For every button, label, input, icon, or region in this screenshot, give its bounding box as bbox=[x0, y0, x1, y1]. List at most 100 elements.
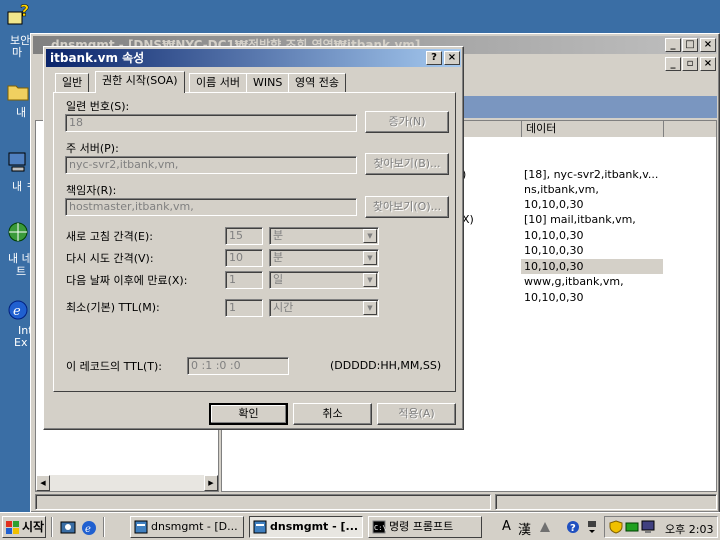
taskbar-task-1[interactable]: dnsmgmt - [D... bbox=[130, 516, 244, 538]
network-tray-icon[interactable] bbox=[625, 520, 639, 534]
ime-menu-icon[interactable] bbox=[586, 519, 598, 535]
start-label: 시작 bbox=[22, 520, 45, 534]
desktop-icon-1-label2: 마 bbox=[12, 46, 23, 59]
taskbar: 시작 e dnsmgmt - [D... dnsmgmt - [... C:\ … bbox=[0, 512, 720, 540]
desktop-shortcut-icon[interactable] bbox=[60, 520, 76, 536]
tab-zone-transfers[interactable]: 영역 전송 bbox=[288, 73, 346, 92]
list-row-data[interactable]: 10,10,0,30 bbox=[524, 229, 583, 242]
refresh-unit-select[interactable]: 분 ▼ bbox=[269, 227, 379, 245]
retry-value[interactable]: 10 bbox=[225, 249, 263, 267]
serial-field[interactable]: 18 bbox=[65, 114, 357, 132]
ime-hanja-toggle[interactable]: 漢 bbox=[518, 519, 531, 538]
close-button[interactable]: × bbox=[700, 38, 716, 52]
apply-button[interactable]: 적용(A) bbox=[377, 403, 456, 425]
expire-unit-select[interactable]: 일 ▼ bbox=[269, 271, 379, 289]
tab-wins[interactable]: WINS bbox=[246, 73, 290, 92]
scroll-left-button[interactable]: ◀ bbox=[36, 475, 50, 491]
desktop-icon-4-label2: 트 bbox=[16, 265, 27, 278]
taskbar-divider bbox=[51, 517, 53, 537]
svg-text:?: ? bbox=[570, 523, 576, 534]
chevron-down-icon[interactable]: ▼ bbox=[363, 273, 377, 287]
primary-server-field[interactable]: nyc-svr2,itbank,vm, bbox=[65, 156, 357, 174]
browse-responsible-button[interactable]: 찾아보기(O)... bbox=[365, 196, 449, 218]
ie-quicklaunch-icon[interactable]: e bbox=[81, 520, 97, 536]
record-ttl-format: (DDDDD:HH,MM,SS) bbox=[330, 359, 442, 372]
network-icon bbox=[8, 222, 28, 242]
help-icon[interactable]: ? bbox=[566, 520, 580, 534]
refresh-value[interactable]: 15 bbox=[225, 227, 263, 245]
list-header-data[interactable]: 데이터 bbox=[524, 121, 664, 137]
dialog-titlebar: itbank.vm 속성 bbox=[46, 49, 461, 67]
ime-bar: A 漢 bbox=[496, 516, 562, 538]
responsible-field[interactable]: hostmaster,itbank,vm, bbox=[65, 198, 357, 216]
taskbar-task-2[interactable]: dnsmgmt - [... bbox=[249, 516, 363, 538]
monitor-tray-icon[interactable] bbox=[641, 520, 655, 534]
dialog-close-button[interactable]: × bbox=[444, 51, 460, 65]
start-button[interactable]: 시작 bbox=[2, 516, 46, 538]
svg-text:C:\: C:\ bbox=[374, 524, 386, 532]
refresh-label: 새로 고침 간격(E): bbox=[66, 230, 153, 243]
refresh-unit: 분 bbox=[273, 229, 284, 242]
min-ttl-value[interactable]: 1 bbox=[225, 299, 263, 317]
cancel-button[interactable]: 취소 bbox=[293, 403, 372, 425]
list-row-data[interactable]: 10,10,0,30 bbox=[524, 244, 583, 257]
retry-unit-select[interactable]: 분 ▼ bbox=[269, 249, 379, 267]
mdi-minimize-button[interactable]: _ bbox=[665, 57, 681, 71]
tab-general[interactable]: 일반 bbox=[55, 73, 90, 92]
desktop-icon-1[interactable]: ? bbox=[6, 1, 50, 31]
browse-primary-button[interactable]: 찾아보기(B)... bbox=[365, 153, 449, 175]
chevron-down-icon[interactable]: ▼ bbox=[363, 229, 377, 243]
tab-soa[interactable]: 권한 시작(SOA) bbox=[95, 71, 185, 93]
list-row-data[interactable]: www,g,itbank,vm, bbox=[524, 275, 624, 288]
status-pane-2 bbox=[495, 494, 717, 510]
increment-button[interactable]: 증가(N) bbox=[365, 111, 449, 133]
maximize-button[interactable]: □ bbox=[682, 38, 698, 52]
retry-unit: 분 bbox=[273, 251, 284, 264]
primary-server-label: 주 서버(P): bbox=[66, 142, 119, 155]
mdi-restore-button[interactable]: ▫ bbox=[682, 57, 698, 71]
taskbar-task-3[interactable]: C:\ 명령 프롬프트 bbox=[368, 516, 482, 538]
svg-text:e: e bbox=[13, 304, 21, 319]
computer-icon bbox=[8, 152, 26, 172]
security-shield-icon[interactable] bbox=[609, 520, 623, 534]
chevron-down-icon[interactable]: ▼ bbox=[363, 251, 377, 265]
list-row-data[interactable]: [10] mail,itbank,vm, bbox=[524, 213, 636, 226]
status-bar bbox=[35, 494, 717, 510]
mdi-close-button[interactable]: × bbox=[700, 57, 716, 71]
minimize-button[interactable]: _ bbox=[665, 38, 681, 52]
taskbar-divider-2 bbox=[103, 517, 105, 537]
taskbar-task-2-label: dnsmgmt - [... bbox=[270, 520, 359, 533]
list-row-data[interactable]: 10,10,0,30 bbox=[524, 260, 583, 273]
list-row-data[interactable]: ns,itbank,vm, bbox=[524, 183, 599, 196]
taskbar-task-1-label: dnsmgmt - [D... bbox=[151, 520, 238, 533]
cmd-icon: C:\ bbox=[372, 520, 386, 534]
clock[interactable]: 오후 2:03 bbox=[665, 521, 713, 537]
folder-icon bbox=[7, 85, 29, 101]
help-folder-icon: ? bbox=[7, 1, 30, 25]
ie-icon: e bbox=[8, 300, 28, 320]
tab-name-servers[interactable]: 이름 서버 bbox=[189, 73, 247, 92]
ok-button[interactable]: 확인 bbox=[209, 403, 288, 425]
list-row-data[interactable]: 10,10,0,30 bbox=[524, 198, 583, 211]
dns-icon bbox=[134, 520, 148, 534]
chevron-down-icon[interactable]: ▼ bbox=[363, 301, 377, 315]
scroll-right-button[interactable]: ▶ bbox=[204, 475, 218, 491]
tree-hscrollbar[interactable]: ◀ ▶ bbox=[36, 475, 218, 491]
min-ttl-label: 최소(기본) TTL(M): bbox=[66, 301, 160, 314]
min-ttl-unit: 시간 bbox=[273, 301, 294, 314]
desktop-icon-5-label2: Ex bbox=[14, 336, 28, 349]
help-button[interactable]: ? bbox=[426, 51, 442, 65]
record-ttl-field[interactable]: 0 :1 :0 :0 bbox=[187, 357, 289, 375]
status-pane-1 bbox=[35, 494, 491, 510]
expire-unit: 일 bbox=[273, 273, 284, 286]
dialog-title: itbank.vm 속성 bbox=[50, 51, 145, 65]
dns-icon bbox=[253, 520, 267, 534]
responsible-label: 책임자(R): bbox=[66, 184, 117, 197]
ime-tools-icon[interactable] bbox=[538, 520, 552, 534]
min-ttl-unit-select[interactable]: 시간 ▼ bbox=[269, 299, 379, 317]
taskbar-task-3-label: 명령 프롬프트 bbox=[389, 520, 454, 533]
ime-english-toggle[interactable]: A bbox=[502, 519, 511, 534]
list-row-data[interactable]: 10,10,0,30 bbox=[524, 291, 583, 304]
list-row-data[interactable]: [18], nyc-svr2,itbank,v... bbox=[524, 168, 658, 181]
expire-value[interactable]: 1 bbox=[225, 271, 263, 289]
